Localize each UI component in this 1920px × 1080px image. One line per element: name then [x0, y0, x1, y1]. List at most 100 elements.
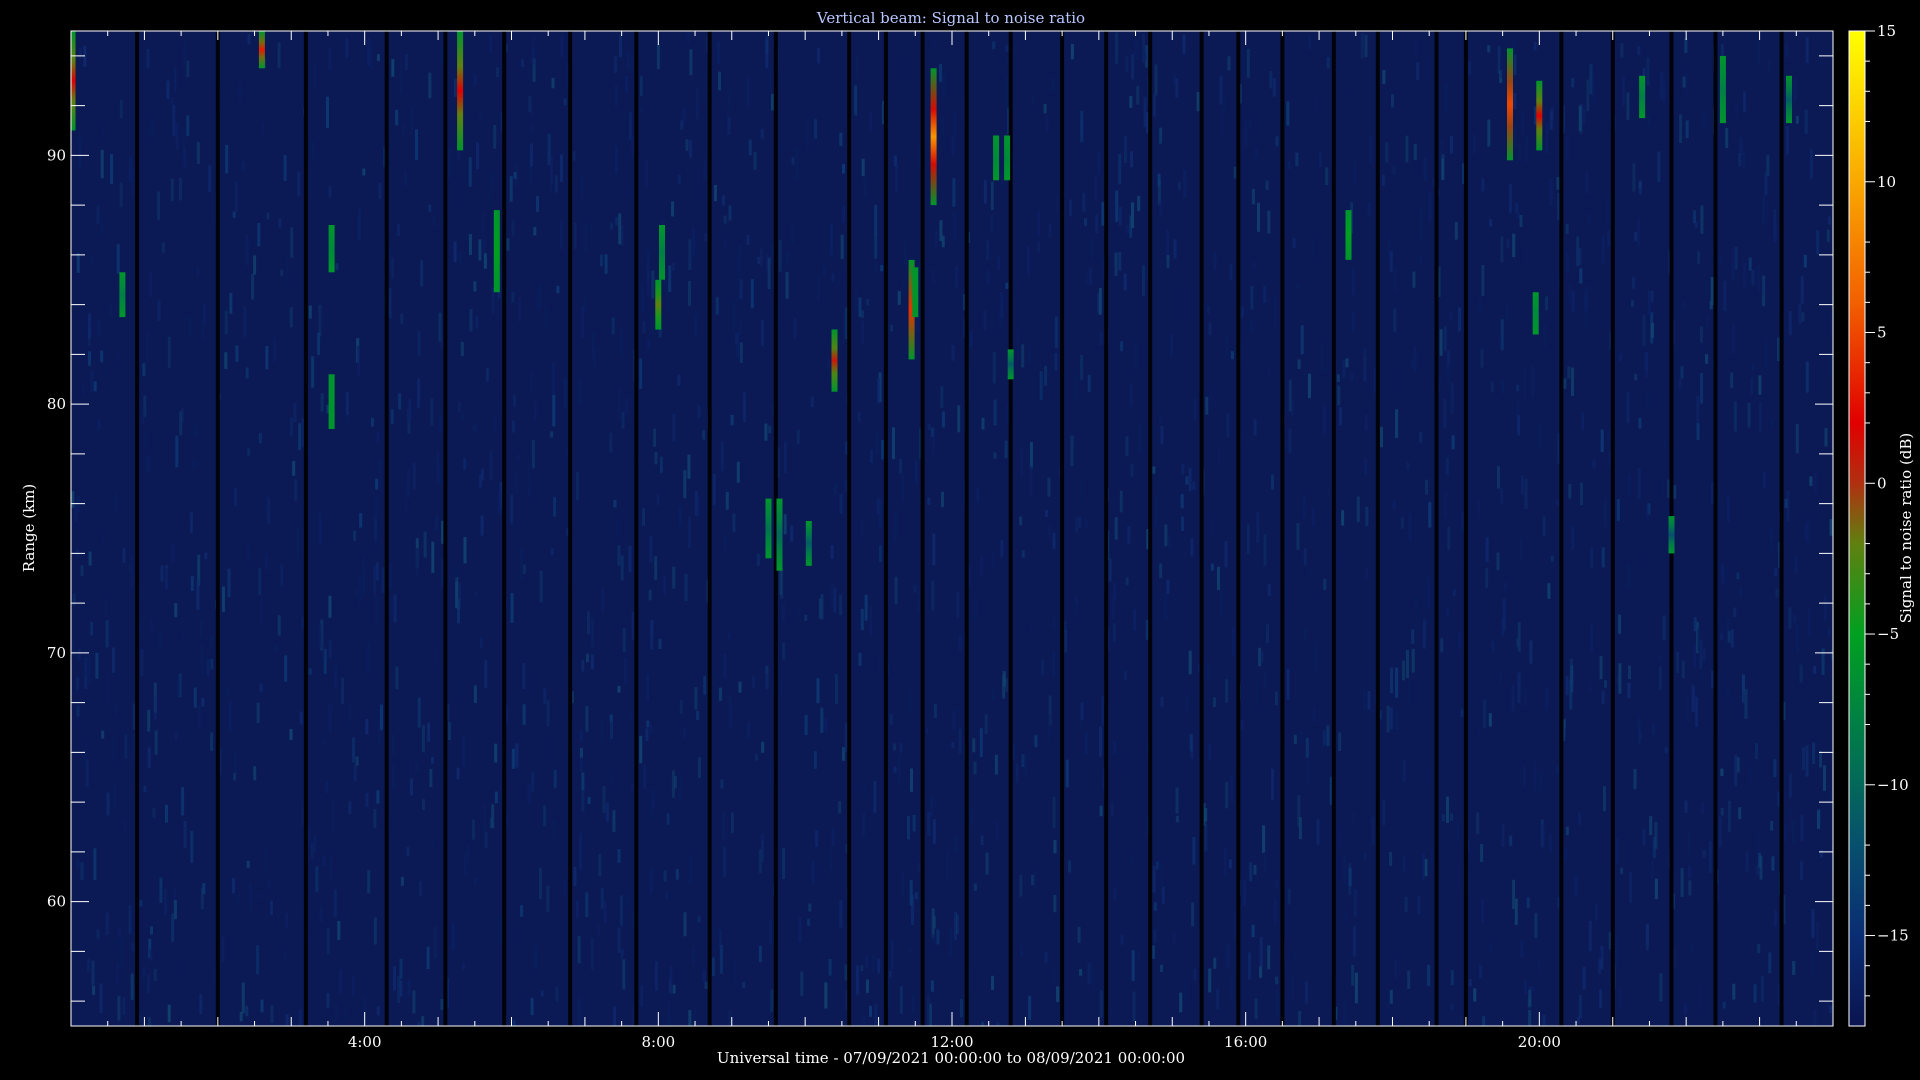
noise-speck — [256, 702, 260, 724]
noise-speck — [544, 307, 548, 328]
noise-speck — [992, 41, 996, 50]
data-gap — [443, 31, 448, 1026]
noise-speck — [942, 73, 946, 98]
noise-speck — [179, 177, 182, 201]
noise-speck — [478, 239, 482, 261]
noise-speck — [531, 122, 535, 134]
noise-speck — [530, 673, 534, 694]
noise-speck — [458, 402, 461, 413]
noise-speck — [1304, 981, 1308, 1004]
noise-speck — [1342, 855, 1346, 885]
noise-speck — [984, 714, 988, 734]
noise-speck — [631, 612, 635, 641]
noise-speck — [728, 205, 732, 221]
noise-speck — [101, 123, 105, 143]
noise-speck — [265, 346, 269, 370]
noise-speck — [1031, 96, 1035, 107]
noise-speck — [462, 962, 466, 970]
noise-speck — [1318, 151, 1322, 167]
noise-speck — [1687, 831, 1691, 854]
noise-speck — [1511, 684, 1515, 711]
noise-speck — [1506, 239, 1510, 249]
noise-speck — [193, 687, 197, 708]
noise-speck — [147, 126, 151, 142]
noise-speck — [1743, 262, 1747, 288]
noise-speck — [458, 681, 462, 701]
noise-speck — [698, 757, 701, 779]
noise-speck — [1423, 157, 1427, 182]
noise-speck — [840, 234, 844, 260]
noise-speck — [645, 728, 649, 742]
noise-speck — [856, 965, 859, 995]
noise-speck — [1166, 254, 1170, 268]
noise-speck — [703, 675, 707, 695]
noise-speck — [1389, 989, 1393, 1004]
noise-speck — [619, 895, 623, 926]
noise-speck — [973, 597, 977, 621]
noise-speck — [546, 700, 550, 727]
noise-speck — [1676, 652, 1680, 674]
noise-speck — [831, 272, 835, 282]
noise-speck — [412, 990, 416, 1014]
echo-column — [1004, 135, 1011, 181]
noise-speck — [572, 151, 576, 161]
noise-speck — [878, 497, 882, 528]
noise-speck — [1155, 495, 1158, 527]
noise-speck — [253, 255, 257, 275]
noise-speck — [1481, 898, 1485, 923]
noise-speck — [1416, 62, 1420, 80]
noise-speck — [640, 985, 644, 1007]
noise-speck — [378, 182, 382, 199]
noise-speck — [689, 140, 692, 158]
noise-speck — [1189, 734, 1193, 752]
noise-speck — [245, 367, 249, 379]
noise-speck — [1649, 816, 1653, 836]
noise-speck — [1661, 478, 1665, 499]
noise-speck — [1079, 969, 1083, 976]
noise-speck — [559, 221, 563, 250]
noise-speck — [1688, 865, 1691, 879]
noise-speck — [1783, 822, 1787, 842]
noise-speck — [1114, 517, 1118, 540]
noise-speck — [1634, 231, 1638, 242]
noise-speck — [543, 688, 547, 704]
noise-speck — [1115, 32, 1119, 64]
noise-speck — [522, 663, 526, 690]
noise-speck — [461, 414, 465, 421]
noise-speck — [1678, 379, 1682, 389]
noise-speck — [257, 892, 261, 899]
noise-speck — [1095, 214, 1099, 234]
noise-speck — [469, 309, 473, 332]
noise-speck — [730, 414, 734, 426]
noise-speck — [1509, 835, 1513, 846]
noise-speck — [1173, 239, 1177, 259]
noise-speck — [1517, 672, 1521, 704]
noise-speck — [410, 106, 414, 134]
noise-speck — [100, 212, 104, 235]
noise-speck — [415, 129, 418, 161]
noise-speck — [78, 48, 82, 59]
noise-speck — [1516, 384, 1520, 392]
noise-speck — [226, 689, 230, 697]
noise-speck — [245, 1005, 249, 1017]
noise-speck — [1496, 552, 1500, 571]
noise-speck — [1472, 134, 1476, 155]
noise-speck — [1646, 505, 1649, 520]
noise-speck — [475, 315, 479, 329]
noise-speck — [1641, 555, 1645, 567]
noise-speck — [1070, 435, 1074, 466]
noise-speck — [980, 835, 984, 845]
noise-speck — [844, 964, 848, 981]
noise-speck — [1152, 94, 1156, 117]
noise-speck — [435, 515, 439, 531]
noise-speck — [529, 445, 533, 455]
noise-speck — [816, 47, 820, 64]
noise-speck — [1342, 360, 1346, 378]
noise-speck — [373, 565, 377, 596]
noise-speck — [833, 587, 837, 613]
noise-speck — [1225, 334, 1229, 357]
noise-speck — [511, 220, 515, 237]
noise-speck — [474, 590, 478, 598]
noise-speck — [208, 165, 212, 192]
noise-speck — [719, 945, 723, 974]
